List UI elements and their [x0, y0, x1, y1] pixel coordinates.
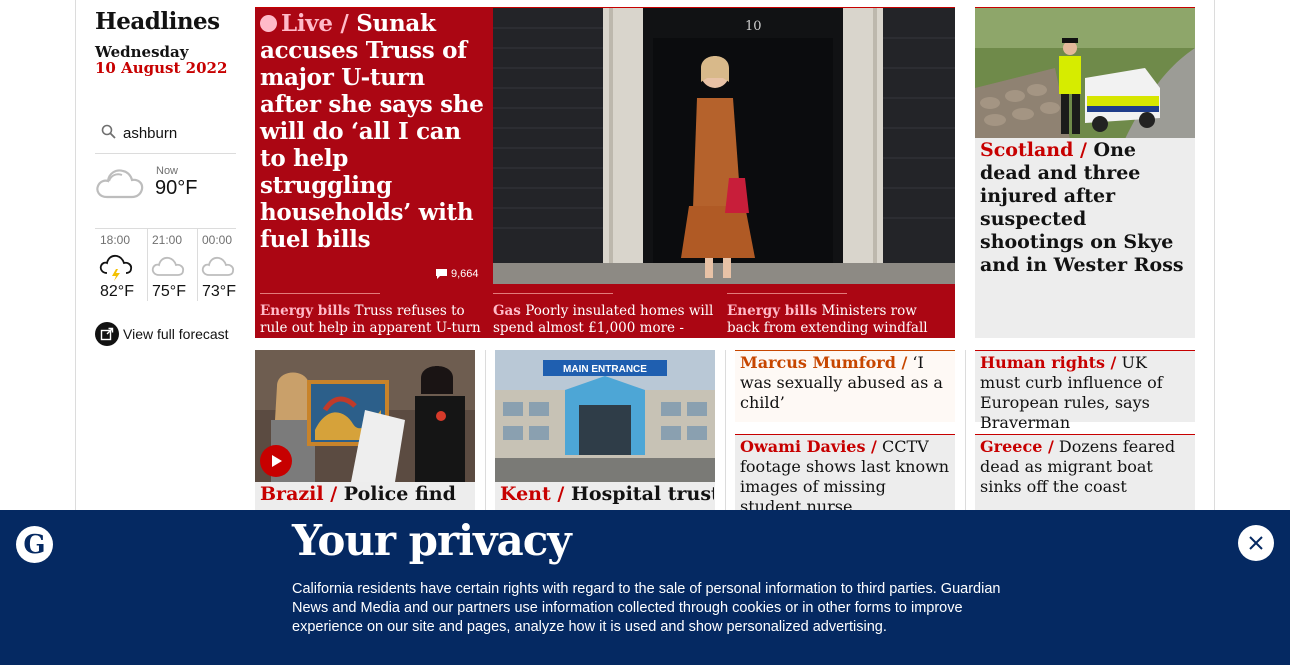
story-kicker: Owami Davies /: [740, 437, 877, 456]
story-kicker: Brazil /: [260, 483, 338, 505]
comment-icon: [436, 269, 447, 279]
story-kicker: Marcus Mumford /: [740, 353, 908, 372]
page-frame-right: [1214, 0, 1215, 510]
guardian-logo-icon: G: [16, 526, 53, 563]
view-full-forecast-link[interactable]: View full forecast: [95, 322, 229, 346]
story-card-greece[interactable]: Greece / Dozens feared dead as migrant b…: [975, 434, 1195, 510]
sublink-kicker: Energy bills: [727, 303, 818, 319]
forecast-temperature: 75°F: [152, 283, 186, 300]
story-kicker: Human rights /: [980, 353, 1117, 372]
forecast-time: 21:00: [152, 233, 183, 247]
story-card-kent[interactable]: MAIN ENTRANCE Kent / Hospital trust: [495, 350, 715, 510]
story-kicker: Kent /: [500, 483, 565, 505]
close-button[interactable]: [1238, 525, 1274, 561]
weather-location[interactable]: ashburn: [123, 125, 177, 142]
privacy-body: California residents have certain rights…: [292, 581, 1001, 635]
forecast-time: 18:00: [100, 233, 131, 247]
forecast-slot: 18:00 82°F: [95, 229, 143, 301]
page-frame-left: [75, 0, 76, 510]
forecast-temperature: 73°F: [202, 283, 236, 300]
story-headline[interactable]: Kent / Hospital trust: [500, 483, 714, 506]
story-headline[interactable]: Brazil / Police find: [260, 483, 474, 506]
live-pulse-icon: [260, 15, 277, 32]
story-kicker: Scotland /: [980, 139, 1087, 161]
story-headline-text: Police find: [343, 483, 456, 505]
story-headline[interactable]: Marcus Mumford / ‘I was sexually abused …: [735, 351, 955, 413]
story-headline[interactable]: Scotland / One dead and three injured af…: [980, 139, 1190, 277]
sublink-text: Poorly insulated homes will spend almost…: [493, 303, 714, 353]
story-kicker: Greece /: [980, 437, 1054, 456]
sublink-gas[interactable]: Gas Poorly insulated homes will spend al…: [493, 293, 715, 354]
cloud-icon: [95, 163, 145, 205]
thunderstorm-icon: [99, 253, 135, 285]
image-hospital-entrance[interactable]: MAIN ENTRANCE: [495, 350, 715, 482]
hospital-sign: MAIN ENTRANCE: [563, 364, 647, 375]
cloud-icon: [201, 253, 237, 283]
story-headline[interactable]: Greece / Dozens feared dead as migrant b…: [975, 435, 1195, 497]
comment-count-value: 9,664: [451, 268, 479, 280]
cloud-icon: [151, 253, 187, 283]
sublink-energy-bills-2[interactable]: Energy bills Ministers row back from ext…: [727, 293, 949, 354]
story-card-human-rights[interactable]: Human rights / UK must curb influence of…: [975, 350, 1195, 432]
image-painting-recovered[interactable]: [255, 350, 475, 482]
story-headline-text: Hospital trust: [570, 483, 714, 505]
external-link-icon: [95, 322, 119, 346]
sublink-energy-bills-1[interactable]: Energy bills Truss refuses to rule out h…: [260, 293, 482, 337]
column-divider: [965, 350, 966, 510]
feature-image-truss-downing-street[interactable]: 10: [493, 8, 955, 284]
close-icon: [1249, 536, 1263, 550]
story-card-marcus-mumford[interactable]: Marcus Mumford / ‘I was sexually abused …: [735, 350, 955, 422]
live-feature-card[interactable]: Live / Sunak accuses Truss of major U-tu…: [255, 7, 955, 353]
column-divider: [485, 350, 486, 510]
story-card-brazil[interactable]: Brazil / Police find: [255, 350, 475, 510]
sublink-kicker: Energy bills: [260, 303, 351, 319]
image-police-scene[interactable]: [975, 7, 1195, 138]
privacy-title: Your privacy: [292, 516, 572, 565]
forecast-temperature: 82°F: [100, 283, 134, 300]
story-card-owami-davies[interactable]: Owami Davies / CCTV footage shows last k…: [735, 434, 955, 510]
sublink-kicker: Gas: [493, 303, 521, 319]
feature-headline[interactable]: Live / Sunak accuses Truss of major U-tu…: [260, 10, 485, 253]
comment-count[interactable]: 9,664: [436, 268, 479, 280]
view-full-forecast-label: View full forecast: [123, 326, 229, 342]
section-title: Headlines: [95, 8, 220, 35]
now-label: Now: [156, 165, 179, 177]
story-card-scotland[interactable]: Scotland / One dead and three injured af…: [975, 7, 1195, 338]
story-headline[interactable]: Owami Davies / CCTV footage shows last k…: [735, 435, 955, 510]
svg-text:10: 10: [745, 19, 762, 34]
forecast-slot: 00:00 73°F: [197, 229, 245, 301]
now-temperature: 90°F: [155, 177, 198, 199]
search-icon: [101, 124, 116, 139]
forecast-slot: 21:00 75°F: [147, 229, 195, 301]
play-video-icon[interactable]: [260, 445, 292, 477]
forecast-time: 00:00: [202, 233, 233, 247]
feature-headline-text: Sunak accuses Truss of major U-turn afte…: [260, 10, 484, 253]
feature-kicker: Live /: [281, 10, 349, 37]
weather-location-search[interactable]: ashburn: [95, 116, 236, 154]
column-divider: [725, 350, 726, 510]
date-full: 10 August 2022: [95, 59, 228, 77]
story-headline[interactable]: Human rights / UK must curb influence of…: [975, 351, 1195, 433]
privacy-banner: G Your privacy California residents have…: [0, 510, 1290, 665]
